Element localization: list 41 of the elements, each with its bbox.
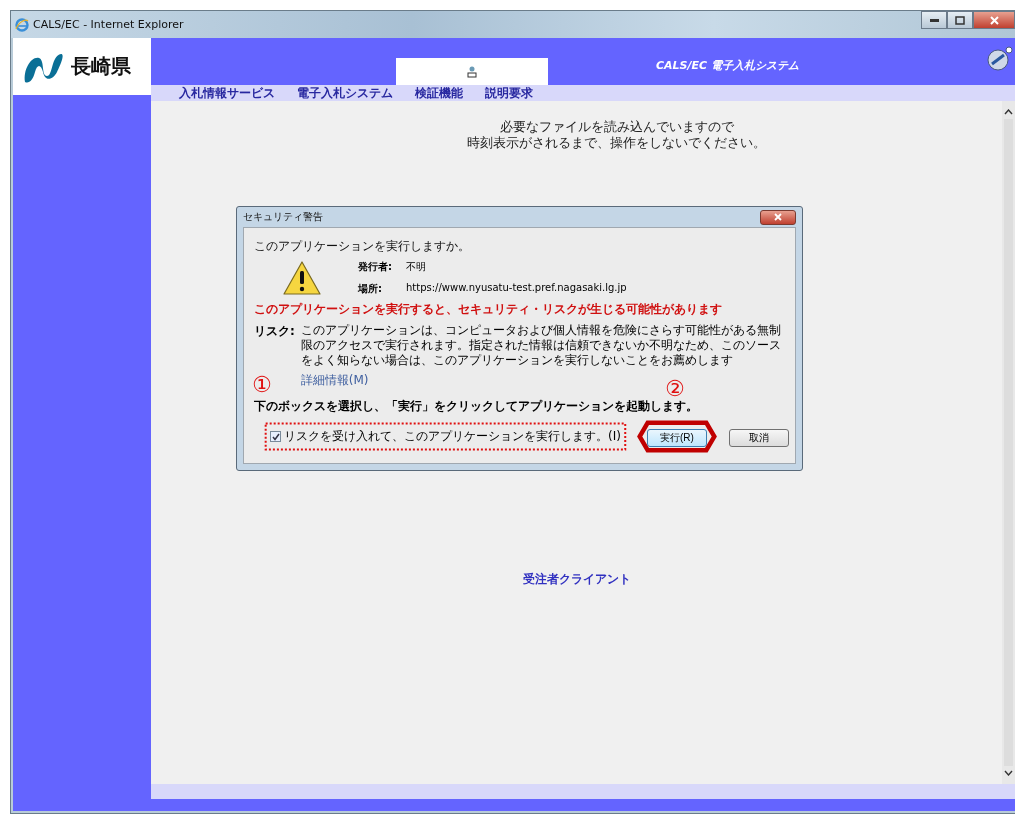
nav-link[interactable]: 検証機能 [415,84,463,102]
checkbox[interactable] [270,431,281,442]
annotation-number: ① [252,374,272,396]
instruction-text: 下のボックスを選択し、「実行」をクリックしてアプリケーションを起動します。 [254,398,699,415]
close-icon [989,15,999,25]
cancel-button[interactable]: 取消 [728,429,789,447]
maximize-icon [955,15,965,25]
details-link[interactable]: 詳細情報(M) [300,372,369,389]
window-title: CALS/EC - Internet Explorer [33,18,185,31]
nav-link[interactable]: 説明要求 [485,84,533,102]
maximize-button[interactable] [947,11,973,29]
close-button[interactable] [760,209,796,225]
logo-orb-icon [987,46,1013,72]
field-value: https://www.nyusatu-test.pref.nagasaki.lg.jp [406,282,627,295]
loading-message: 時刻表示がされるまで、操作をしないでください。 [467,135,766,151]
field-label: 発行者: [358,260,393,274]
close-button[interactable] [973,11,1015,29]
client-link[interactable]: 受注者クライアント [522,571,631,588]
browser-icon [15,17,29,32]
nav-link[interactable]: 電子入札システム [297,84,393,102]
dialog-title: セキュリティ警告 [243,210,323,224]
minimize-button[interactable] [921,11,947,29]
scrollbar[interactable] [1002,101,1015,784]
logo-text: 長崎県 [71,53,131,80]
scroll-up-icon [1004,109,1013,115]
warning-icon [282,260,322,296]
minimize-icon [929,18,939,22]
run-button[interactable]: 実行(R) [646,429,707,447]
field-value: 不明 [406,260,426,274]
loading-message: 必要なファイルを読み込んでいますので [499,119,734,135]
risk-label: リスク: [254,323,295,340]
annotation-number: ② [664,378,685,400]
close-icon [774,213,782,221]
system-title: CALS/EC 電子入札システム [656,58,799,73]
nav-link[interactable]: 入札情報サービス [179,84,275,102]
scroll-down-icon [1004,770,1013,776]
computer-icon [467,65,477,78]
risk-text: このアプリケーションは、コンピュータおよび個人情報を危険にさらす可能性がある無制限のアクセスで実行されます。指定された情報は信頼できないか不明なため、このソースをよく知らない場合は、このアプリケーションを実行しないことをお薦めします [300,323,782,368]
field-label: 場所: [358,282,383,296]
dialog-question: このアプリケーションを実行しますか。 [254,238,471,255]
warning-text: このアプリケーションを実行すると、セキュリティ・リスクが生じる可能性があります [254,301,723,318]
